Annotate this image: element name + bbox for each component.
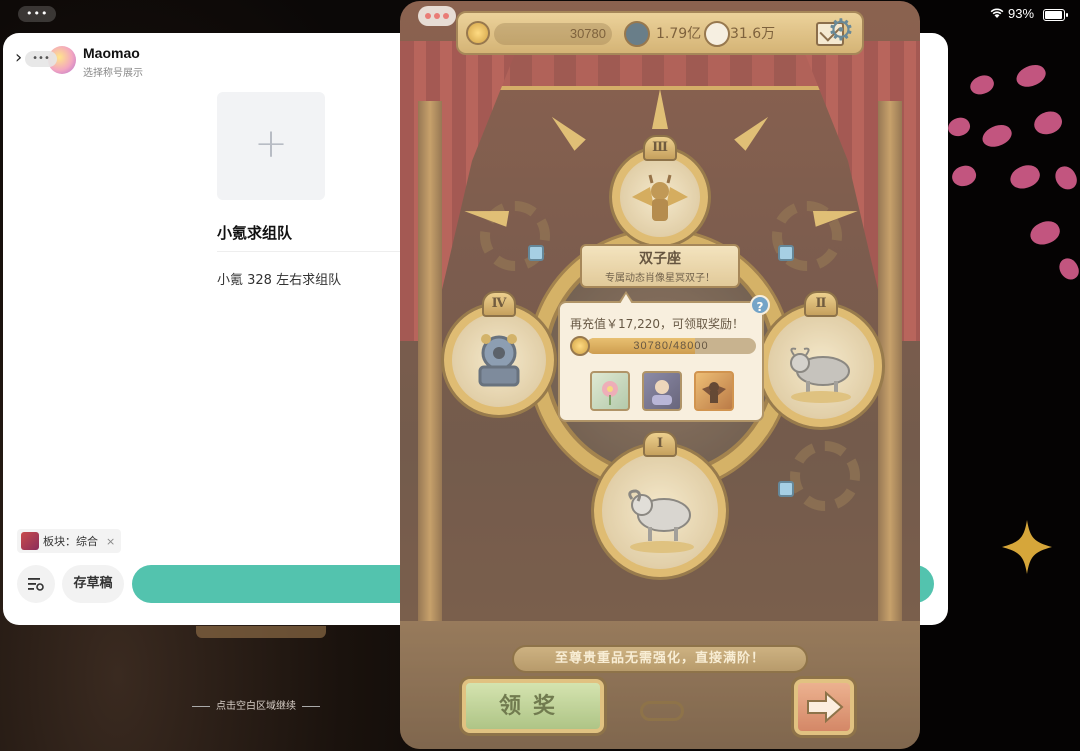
decor-blob: [948, 161, 980, 191]
demon-icon: [702, 382, 726, 403]
card-peek: [196, 626, 326, 638]
blue-gem-marker: [778, 481, 794, 497]
publish-button[interactable]: [132, 565, 423, 603]
floor-ornament: [640, 701, 684, 721]
medal-right[interactable]: Ⅱ: [760, 291, 882, 427]
back-icon[interactable]: ›: [15, 47, 22, 68]
chat-amount: 31.6万: [730, 26, 776, 42]
divider: [217, 251, 423, 252]
constellation-subtitle: 专属动态肖像星冥双子！: [605, 273, 715, 284]
decor-blob: [945, 114, 973, 140]
user-name[interactable]: Maomao: [83, 45, 140, 61]
flower-icon: [602, 381, 618, 405]
spike-decoration: [546, 111, 586, 151]
battery-percent: 93%: [1008, 6, 1035, 21]
section-tag-label: 板块：综合: [43, 535, 98, 548]
spike-decoration: [734, 111, 774, 151]
coin-icon: [466, 21, 490, 45]
decor-blob: [1051, 162, 1080, 194]
continue-hint[interactable]: 点击空白区域继续: [186, 697, 326, 712]
next-button[interactable]: [794, 679, 854, 735]
reward-popup: ? 再充值￥17,220，可领取奖励！ 30780/48000: [558, 291, 770, 422]
decor-blob: [1056, 255, 1080, 283]
bull-figure-icon: [790, 347, 851, 403]
recharge-message: 再充值￥17,220，可领取奖励！: [570, 317, 744, 331]
plus-icon: +: [254, 121, 288, 167]
reward-item-demon[interactable]: [694, 371, 734, 411]
constellation-banner: 双子座 专属动态肖像星冥双子！: [562, 244, 758, 288]
portrait-icon: [652, 380, 672, 405]
wifi-icon: [990, 8, 1004, 22]
multitask-dots[interactable]: •••: [18, 6, 57, 22]
user-title-select[interactable]: 选择称号展示: [83, 64, 143, 79]
ram-figure-icon: [628, 489, 694, 553]
more-dots[interactable]: •••: [25, 51, 57, 67]
section-tag[interactable]: 板块：综合 ×: [17, 529, 122, 553]
decor-blob: [1006, 160, 1044, 194]
gem-amount: 1.79亿: [656, 26, 702, 42]
filter-icon: [28, 578, 44, 591]
constellation-title: 双子座: [639, 251, 681, 267]
window-menu-dots[interactable]: [418, 6, 456, 26]
blue-gem-marker: [778, 245, 794, 261]
progress-text: 30780/48000: [633, 340, 709, 352]
arrow-right-icon: [807, 690, 844, 724]
decor-blob: [979, 120, 1015, 152]
coin-amount: 30780: [569, 26, 606, 41]
medal-left[interactable]: Ⅳ: [444, 291, 554, 415]
chat-icon: [704, 21, 730, 47]
gem-icon: [624, 21, 650, 47]
medal-top[interactable]: Ⅲ: [612, 135, 708, 245]
decor-blob: [1030, 107, 1066, 139]
gear-icon[interactable]: ⚙: [824, 14, 858, 48]
post-editor-card: › ••• Maomao 选择称号展示 + 小氪求组队 小氪 328 左右求组队…: [3, 33, 423, 625]
help-button[interactable]: ?: [750, 295, 770, 315]
medal-bottom[interactable]: Ⅰ: [594, 431, 726, 577]
save-draft-button[interactable]: 存草稿: [62, 565, 124, 603]
sparkle-icon: [1002, 520, 1052, 574]
reward-item-portrait[interactable]: [642, 371, 682, 411]
section-thumbnail: [21, 532, 39, 550]
max-level-banner: 至尊贵重品无需强化，直接满阶！: [512, 645, 808, 673]
spike-decoration: [652, 89, 668, 129]
currency-bar: 30780 1.79亿 31.6万: [456, 11, 864, 55]
game-window: Ⅲ Ⅳ Ⅱ Ⅰ 双子座 专属动态肖像星冥双子！ ? 再充值￥17,220，可领取…: [400, 1, 920, 749]
popup-tail-inner: [620, 294, 632, 304]
battery-icon: [1043, 9, 1068, 21]
decor-blob: [1026, 216, 1064, 250]
decor-blob: [1013, 60, 1049, 92]
close-icon[interactable]: ×: [106, 535, 115, 548]
add-image-button[interactable]: +: [217, 92, 325, 200]
demon-figure-icon: [632, 174, 688, 221]
filter-button[interactable]: [17, 565, 55, 603]
pillar-right: [878, 101, 902, 661]
claim-reward-button[interactable]: 领奖: [462, 679, 604, 733]
pillar-left: [418, 101, 442, 661]
robot-figure-icon: [478, 334, 520, 387]
reward-item-flower[interactable]: [590, 371, 630, 411]
post-body[interactable]: 小氪 328 左右求组队: [217, 269, 341, 288]
decor-blob: [967, 71, 997, 99]
gear-decoration: [790, 441, 860, 511]
blue-gem-marker: [528, 245, 544, 261]
post-title[interactable]: 小氪求组队: [217, 222, 292, 243]
